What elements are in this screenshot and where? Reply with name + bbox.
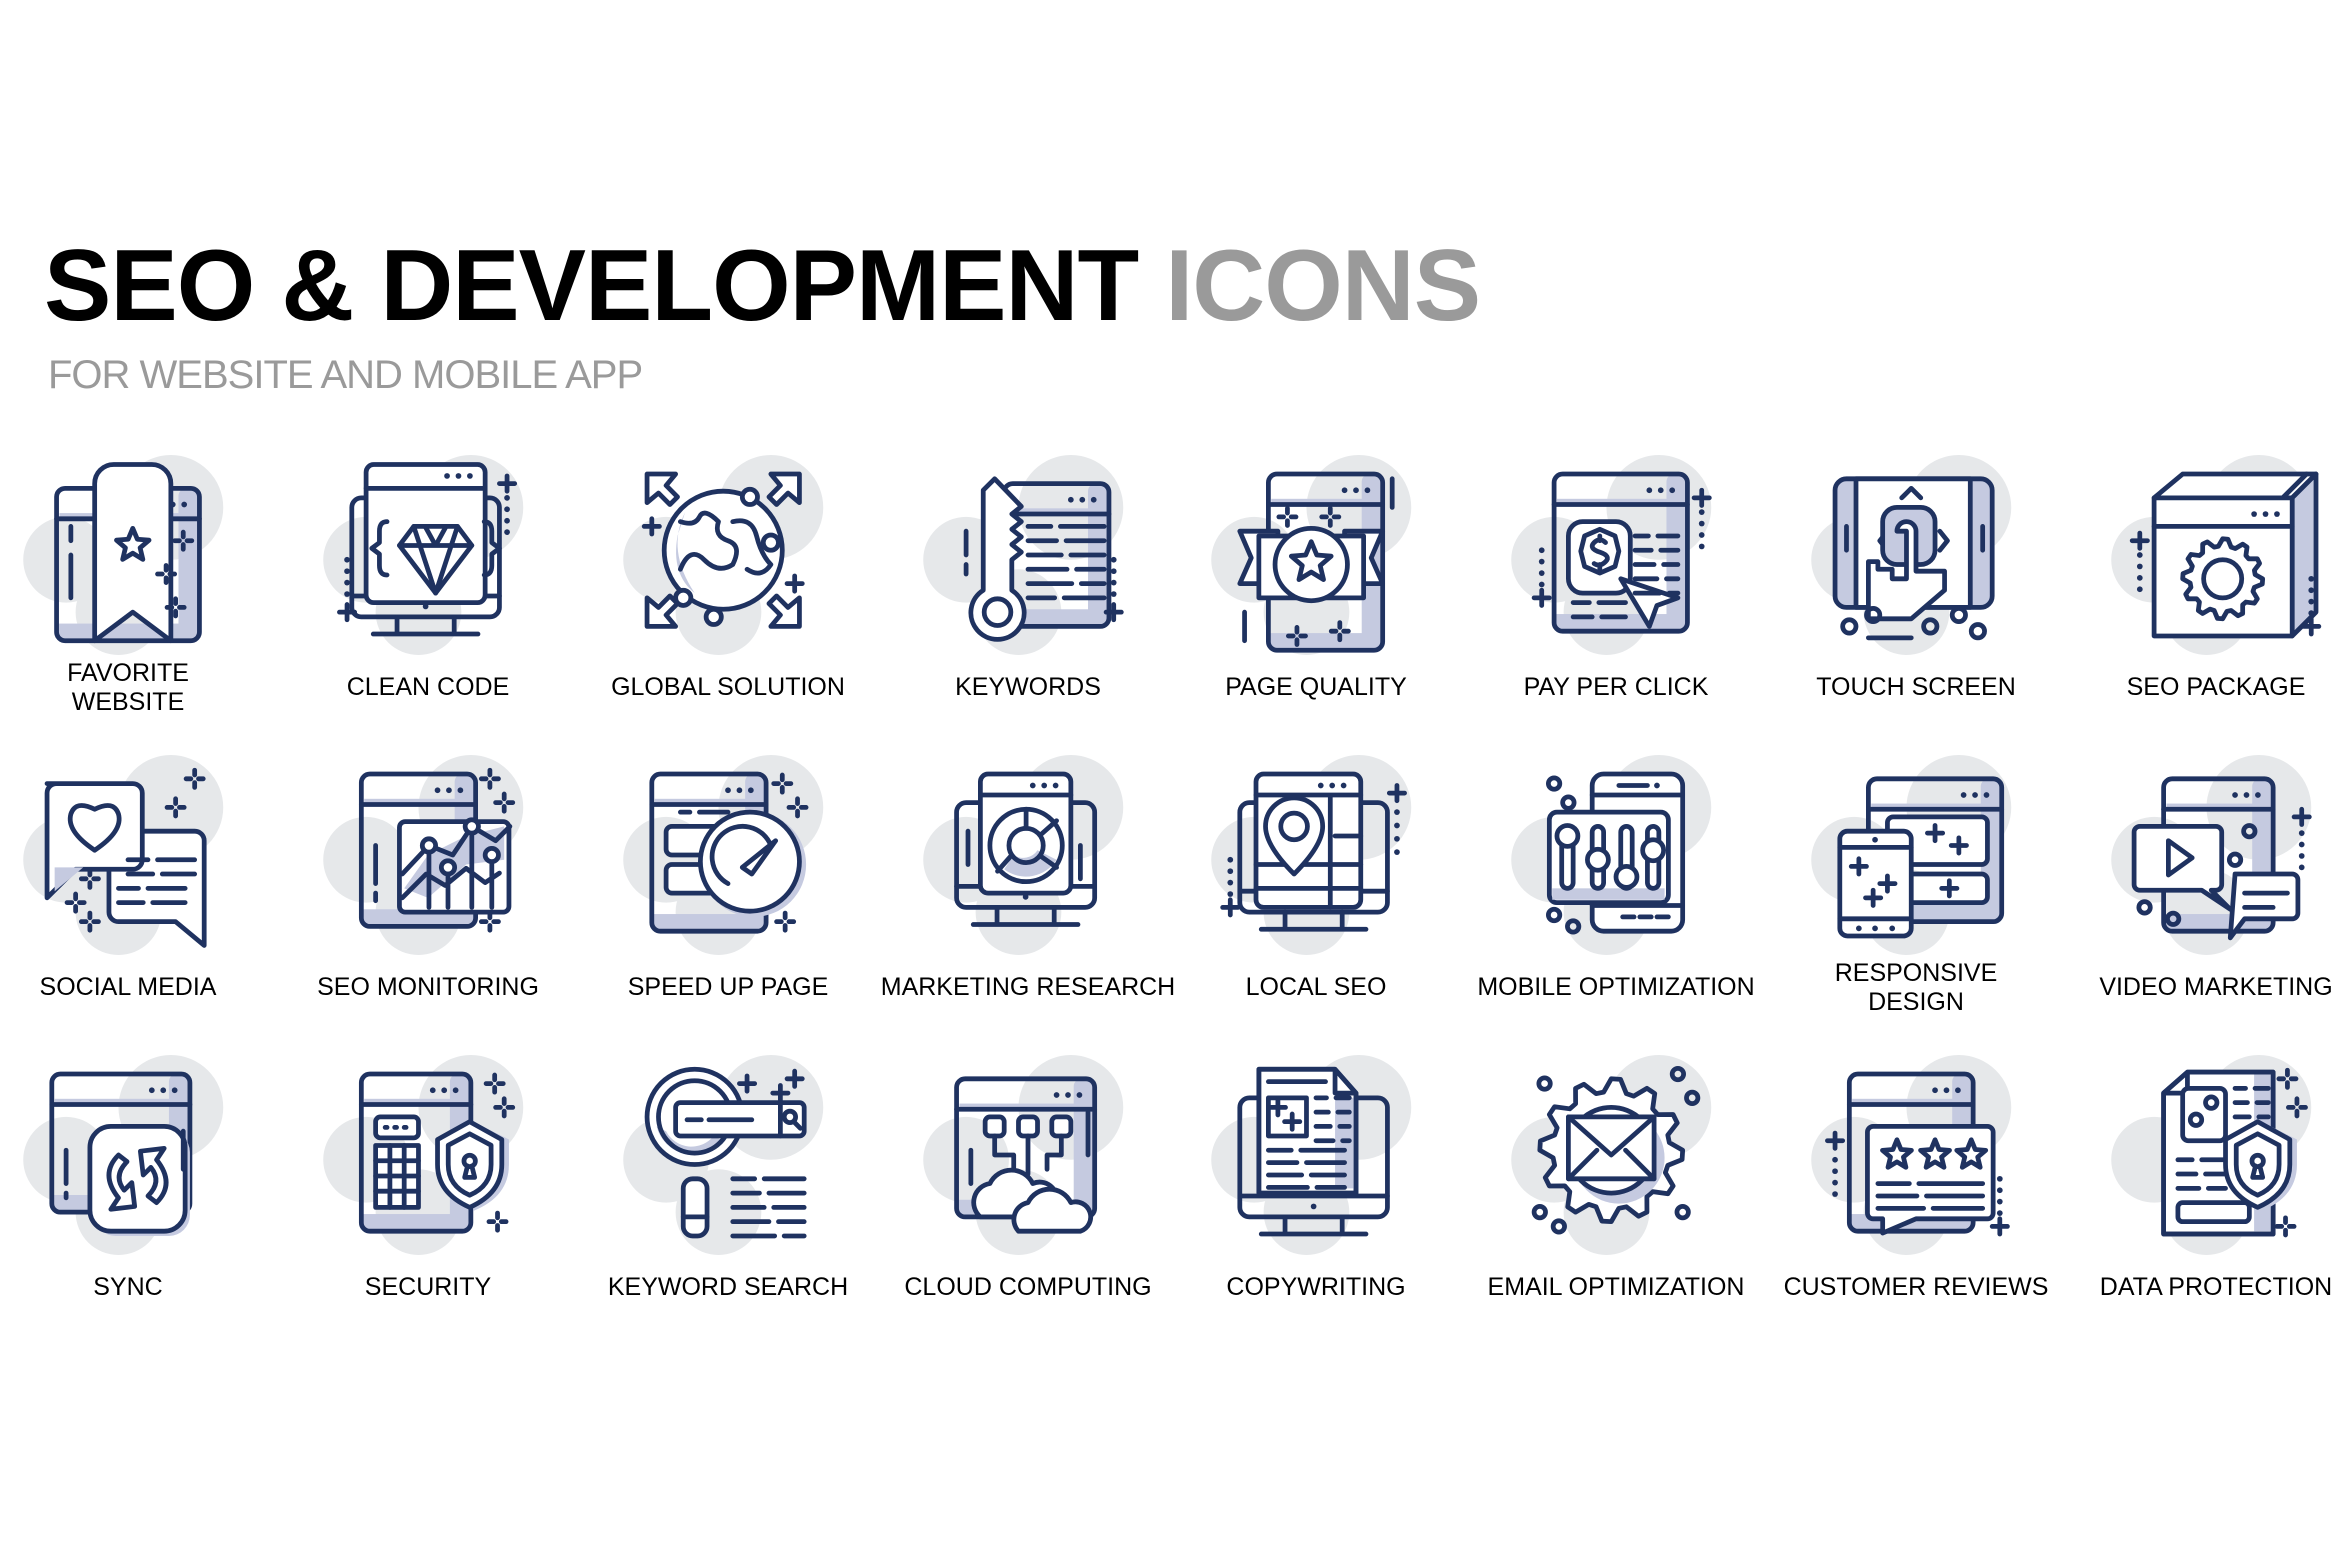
- icon-label: COPYWRITING: [1226, 1273, 1406, 1301]
- icon-label: SPEED UP PAGE: [627, 973, 829, 1001]
- icon-label: FAVORITE WEBSITE: [67, 659, 189, 716]
- title-main: SEO & DEVELOPMENT: [44, 230, 1139, 342]
- icon-label: MOBILE OPTIMIZATION: [1477, 973, 1755, 1001]
- icon-label: SEO MONITORING: [317, 973, 539, 1001]
- icon-tile-sync: SYNC: [0, 1055, 278, 1355]
- icon-tile-keywords: KEYWORDS: [878, 455, 1178, 755]
- envelope-gear-icon: [1511, 1055, 1712, 1255]
- icon-label: RESPONSIVE DESIGN: [1834, 959, 1998, 1016]
- bookmark-star-browser-icon: [23, 455, 224, 655]
- icon-tile-email-optimization: EMAIL OPTIMIZATION: [1466, 1055, 1766, 1355]
- magnifier-search-bar-icon: [623, 1055, 824, 1255]
- icon-tile-keyword-search: KEYWORD SEARCH: [578, 1055, 878, 1355]
- cloud-network-browser-icon: [923, 1055, 1124, 1255]
- line-chart-browser-icon: [323, 755, 524, 955]
- icon-tile-clean-code: CLEAN CODE: [278, 455, 578, 755]
- icon-label: EMAIL OPTIMIZATION: [1487, 1273, 1745, 1301]
- speedometer-page-icon: [623, 755, 824, 955]
- sliders-phone-icon: [1511, 755, 1712, 955]
- icon-label: SYNC: [93, 1273, 163, 1301]
- icon-tile-data-protection: DATA PROTECTION: [2066, 1055, 2340, 1355]
- title-accent: ICONS: [1165, 230, 1481, 342]
- icon-tile-speed-up-page: SPEED UP PAGE: [578, 755, 878, 1055]
- icon-tile-mobile-optimization: MOBILE OPTIMIZATION: [1466, 755, 1766, 1055]
- page-title: SEO & DEVELOPMENT ICONS: [44, 236, 1481, 337]
- icon-tile-global-solution: GLOBAL SOLUTION: [578, 455, 878, 755]
- keypad-shield-lock-icon: [323, 1055, 524, 1255]
- icon-label: SECURITY: [364, 1273, 492, 1301]
- icon-label: LOCAL SEO: [1245, 973, 1387, 1001]
- globe-arrows-icon: [623, 455, 824, 655]
- sync-arrows-browser-icon: [23, 1055, 224, 1255]
- icon-label: CUSTOMER REVIEWS: [1783, 1273, 2049, 1301]
- donut-chart-monitor-icon: [923, 755, 1124, 955]
- icon-tile-responsive-design: RESPONSIVE DESIGN: [1766, 755, 2066, 1055]
- icon-label: VIDEO MARKETING: [2099, 973, 2333, 1001]
- document-shield-lock-icon: [2111, 1055, 2312, 1255]
- diamond-code-monitor-icon: [323, 455, 524, 655]
- gear-box-icon: [2111, 455, 2322, 655]
- icon-tile-customer-reviews: CUSTOMER REVIEWS: [1766, 1055, 2066, 1355]
- icon-label: PAY PER CLICK: [1523, 673, 1709, 701]
- quality-badge-page-icon: [1211, 455, 1412, 655]
- document-monitor-icon: [1211, 1055, 1412, 1255]
- icon-tile-seo-monitoring: SEO MONITORING: [278, 755, 578, 1055]
- icon-tile-pay-per-click: PAY PER CLICK: [1466, 455, 1766, 755]
- key-document-icon: [923, 455, 1124, 655]
- phone-browser-layout-icon: [1811, 755, 2012, 955]
- icon-label: PAGE QUALITY: [1225, 673, 1407, 701]
- icon-tile-local-seo: LOCAL SEO: [1166, 755, 1466, 1055]
- icon-tile-favorite-website: FAVORITE WEBSITE: [0, 455, 278, 755]
- icon-label: DATA PROTECTION: [2099, 1273, 2333, 1301]
- hand-tap-tablet-icon: [1811, 455, 2012, 655]
- icon-label: TOUCH SCREEN: [1816, 673, 2016, 701]
- icon-label: KEYWORD SEARCH: [607, 1273, 849, 1301]
- stars-review-bubble-icon: [1811, 1055, 2012, 1255]
- icon-tile-page-quality: PAGE QUALITY: [1166, 455, 1466, 755]
- icon-tile-marketing-research: MARKETING RESEARCH: [878, 755, 1178, 1055]
- page-subtitle: FOR WEBSITE AND MOBILE APP: [48, 353, 643, 397]
- heart-chat-bubbles-icon: [23, 755, 224, 955]
- icon-tile-seo-package: SEO PACKAGE: [2066, 455, 2340, 755]
- play-chat-browser-icon: [2111, 755, 2312, 955]
- icon-label: SEO PACKAGE: [2126, 673, 2306, 701]
- icon-tile-cloud-computing: CLOUD COMPUTING: [878, 1055, 1178, 1355]
- icon-tile-security: SECURITY: [278, 1055, 578, 1355]
- icon-tile-video-marketing: VIDEO MARKETING: [2066, 755, 2340, 1055]
- icon-tile-social-media: SOCIAL MEDIA: [0, 755, 278, 1055]
- dollar-cursor-browser-icon: [1511, 455, 1712, 655]
- icon-tile-copywriting: COPYWRITING: [1166, 1055, 1466, 1355]
- icon-tile-touch-screen: TOUCH SCREEN: [1766, 455, 2066, 755]
- icon-label: GLOBAL SOLUTION: [611, 673, 845, 701]
- icon-label: SOCIAL MEDIA: [39, 973, 217, 1001]
- map-pin-monitor-icon: [1211, 755, 1412, 955]
- icon-label: CLEAN CODE: [346, 673, 510, 701]
